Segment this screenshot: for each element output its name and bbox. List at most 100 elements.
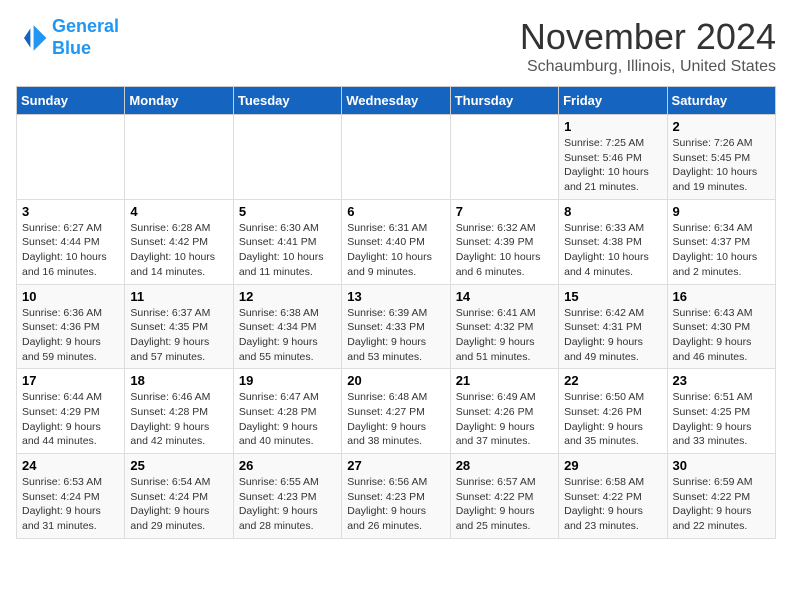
- cell-w5-d1: 24 Sunrise: 6:53 AMSunset: 4:24 PMDaylig…: [17, 454, 125, 539]
- cell-w1-d4: [342, 115, 450, 200]
- day-number: 3: [22, 204, 119, 219]
- cell-w4-d7: 23 Sunrise: 6:51 AMSunset: 4:25 PMDaylig…: [667, 369, 775, 454]
- cell-w4-d6: 22 Sunrise: 6:50 AMSunset: 4:26 PMDaylig…: [559, 369, 667, 454]
- cell-w2-d2: 4 Sunrise: 6:28 AMSunset: 4:42 PMDayligh…: [125, 199, 233, 284]
- calendar-table: Sunday Monday Tuesday Wednesday Thursday…: [16, 86, 776, 539]
- col-monday: Monday: [125, 87, 233, 115]
- col-sunday: Sunday: [17, 87, 125, 115]
- day-info: Sunrise: 6:49 AMSunset: 4:26 PMDaylight:…: [456, 390, 553, 449]
- day-number: 16: [673, 289, 770, 304]
- cell-w5-d3: 26 Sunrise: 6:55 AMSunset: 4:23 PMDaylig…: [233, 454, 341, 539]
- cell-w1-d7: 2 Sunrise: 7:26 AMSunset: 5:45 PMDayligh…: [667, 115, 775, 200]
- cell-w4-d1: 17 Sunrise: 6:44 AMSunset: 4:29 PMDaylig…: [17, 369, 125, 454]
- day-info: Sunrise: 6:41 AMSunset: 4:32 PMDaylight:…: [456, 306, 553, 365]
- day-number: 8: [564, 204, 661, 219]
- day-number: 15: [564, 289, 661, 304]
- cell-w5-d7: 30 Sunrise: 6:59 AMSunset: 4:22 PMDaylig…: [667, 454, 775, 539]
- week-row-1: 1 Sunrise: 7:25 AMSunset: 5:46 PMDayligh…: [17, 115, 776, 200]
- month-title: November 2024: [520, 16, 776, 58]
- day-number: 17: [22, 373, 119, 388]
- day-number: 28: [456, 458, 553, 473]
- day-number: 2: [673, 119, 770, 134]
- week-row-2: 3 Sunrise: 6:27 AMSunset: 4:44 PMDayligh…: [17, 199, 776, 284]
- day-info: Sunrise: 6:30 AMSunset: 4:41 PMDaylight:…: [239, 221, 336, 280]
- day-number: 25: [130, 458, 227, 473]
- cell-w3-d5: 14 Sunrise: 6:41 AMSunset: 4:32 PMDaylig…: [450, 284, 558, 369]
- logo: General Blue: [16, 16, 119, 59]
- cell-w2-d4: 6 Sunrise: 6:31 AMSunset: 4:40 PMDayligh…: [342, 199, 450, 284]
- day-info: Sunrise: 6:28 AMSunset: 4:42 PMDaylight:…: [130, 221, 227, 280]
- cell-w2-d3: 5 Sunrise: 6:30 AMSunset: 4:41 PMDayligh…: [233, 199, 341, 284]
- cell-w2-d1: 3 Sunrise: 6:27 AMSunset: 4:44 PMDayligh…: [17, 199, 125, 284]
- day-info: Sunrise: 6:39 AMSunset: 4:33 PMDaylight:…: [347, 306, 444, 365]
- header: General Blue November 2024 Schaumburg, I…: [16, 16, 776, 76]
- day-info: Sunrise: 6:34 AMSunset: 4:37 PMDaylight:…: [673, 221, 770, 280]
- day-info: Sunrise: 6:42 AMSunset: 4:31 PMDaylight:…: [564, 306, 661, 365]
- col-thursday: Thursday: [450, 87, 558, 115]
- day-number: 20: [347, 373, 444, 388]
- day-info: Sunrise: 6:57 AMSunset: 4:22 PMDaylight:…: [456, 475, 553, 534]
- cell-w4-d4: 20 Sunrise: 6:48 AMSunset: 4:27 PMDaylig…: [342, 369, 450, 454]
- day-info: Sunrise: 6:27 AMSunset: 4:44 PMDaylight:…: [22, 221, 119, 280]
- day-number: 6: [347, 204, 444, 219]
- cell-w1-d6: 1 Sunrise: 7:25 AMSunset: 5:46 PMDayligh…: [559, 115, 667, 200]
- cell-w5-d2: 25 Sunrise: 6:54 AMSunset: 4:24 PMDaylig…: [125, 454, 233, 539]
- day-number: 4: [130, 204, 227, 219]
- cell-w1-d2: [125, 115, 233, 200]
- cell-w3-d2: 11 Sunrise: 6:37 AMSunset: 4:35 PMDaylig…: [125, 284, 233, 369]
- day-number: 1: [564, 119, 661, 134]
- cell-w1-d5: [450, 115, 558, 200]
- cell-w3-d4: 13 Sunrise: 6:39 AMSunset: 4:33 PMDaylig…: [342, 284, 450, 369]
- calendar-header: Sunday Monday Tuesday Wednesday Thursday…: [17, 87, 776, 115]
- location-title: Schaumburg, Illinois, United States: [520, 58, 776, 76]
- day-number: 29: [564, 458, 661, 473]
- cell-w3-d7: 16 Sunrise: 6:43 AMSunset: 4:30 PMDaylig…: [667, 284, 775, 369]
- day-info: Sunrise: 6:46 AMSunset: 4:28 PMDaylight:…: [130, 390, 227, 449]
- week-row-4: 17 Sunrise: 6:44 AMSunset: 4:29 PMDaylig…: [17, 369, 776, 454]
- day-info: Sunrise: 6:33 AMSunset: 4:38 PMDaylight:…: [564, 221, 661, 280]
- col-tuesday: Tuesday: [233, 87, 341, 115]
- day-info: Sunrise: 6:47 AMSunset: 4:28 PMDaylight:…: [239, 390, 336, 449]
- cell-w2-d7: 9 Sunrise: 6:34 AMSunset: 4:37 PMDayligh…: [667, 199, 775, 284]
- day-number: 26: [239, 458, 336, 473]
- day-number: 19: [239, 373, 336, 388]
- day-info: Sunrise: 6:43 AMSunset: 4:30 PMDaylight:…: [673, 306, 770, 365]
- day-number: 11: [130, 289, 227, 304]
- day-info: Sunrise: 6:59 AMSunset: 4:22 PMDaylight:…: [673, 475, 770, 534]
- cell-w5-d5: 28 Sunrise: 6:57 AMSunset: 4:22 PMDaylig…: [450, 454, 558, 539]
- day-info: Sunrise: 6:58 AMSunset: 4:22 PMDaylight:…: [564, 475, 661, 534]
- day-info: Sunrise: 6:55 AMSunset: 4:23 PMDaylight:…: [239, 475, 336, 534]
- day-number: 12: [239, 289, 336, 304]
- cell-w3-d1: 10 Sunrise: 6:36 AMSunset: 4:36 PMDaylig…: [17, 284, 125, 369]
- day-number: 10: [22, 289, 119, 304]
- col-friday: Friday: [559, 87, 667, 115]
- cell-w2-d6: 8 Sunrise: 6:33 AMSunset: 4:38 PMDayligh…: [559, 199, 667, 284]
- day-info: Sunrise: 6:32 AMSunset: 4:39 PMDaylight:…: [456, 221, 553, 280]
- calendar-body: 1 Sunrise: 7:25 AMSunset: 5:46 PMDayligh…: [17, 115, 776, 539]
- cell-w3-d3: 12 Sunrise: 6:38 AMSunset: 4:34 PMDaylig…: [233, 284, 341, 369]
- day-number: 24: [22, 458, 119, 473]
- day-number: 27: [347, 458, 444, 473]
- week-row-5: 24 Sunrise: 6:53 AMSunset: 4:24 PMDaylig…: [17, 454, 776, 539]
- logo-icon: [16, 22, 48, 54]
- day-number: 21: [456, 373, 553, 388]
- cell-w5-d4: 27 Sunrise: 6:56 AMSunset: 4:23 PMDaylig…: [342, 454, 450, 539]
- day-number: 5: [239, 204, 336, 219]
- day-info: Sunrise: 6:36 AMSunset: 4:36 PMDaylight:…: [22, 306, 119, 365]
- cell-w4-d5: 21 Sunrise: 6:49 AMSunset: 4:26 PMDaylig…: [450, 369, 558, 454]
- logo-text: General Blue: [52, 16, 119, 59]
- day-number: 14: [456, 289, 553, 304]
- cell-w5-d6: 29 Sunrise: 6:58 AMSunset: 4:22 PMDaylig…: [559, 454, 667, 539]
- cell-w4-d2: 18 Sunrise: 6:46 AMSunset: 4:28 PMDaylig…: [125, 369, 233, 454]
- cell-w1-d3: [233, 115, 341, 200]
- day-info: Sunrise: 6:38 AMSunset: 4:34 PMDaylight:…: [239, 306, 336, 365]
- day-info: Sunrise: 6:48 AMSunset: 4:27 PMDaylight:…: [347, 390, 444, 449]
- header-row: Sunday Monday Tuesday Wednesday Thursday…: [17, 87, 776, 115]
- day-info: Sunrise: 7:26 AMSunset: 5:45 PMDaylight:…: [673, 136, 770, 195]
- day-info: Sunrise: 7:25 AMSunset: 5:46 PMDaylight:…: [564, 136, 661, 195]
- cell-w1-d1: [17, 115, 125, 200]
- logo-line1: General: [52, 16, 119, 36]
- week-row-3: 10 Sunrise: 6:36 AMSunset: 4:36 PMDaylig…: [17, 284, 776, 369]
- day-number: 13: [347, 289, 444, 304]
- day-info: Sunrise: 6:51 AMSunset: 4:25 PMDaylight:…: [673, 390, 770, 449]
